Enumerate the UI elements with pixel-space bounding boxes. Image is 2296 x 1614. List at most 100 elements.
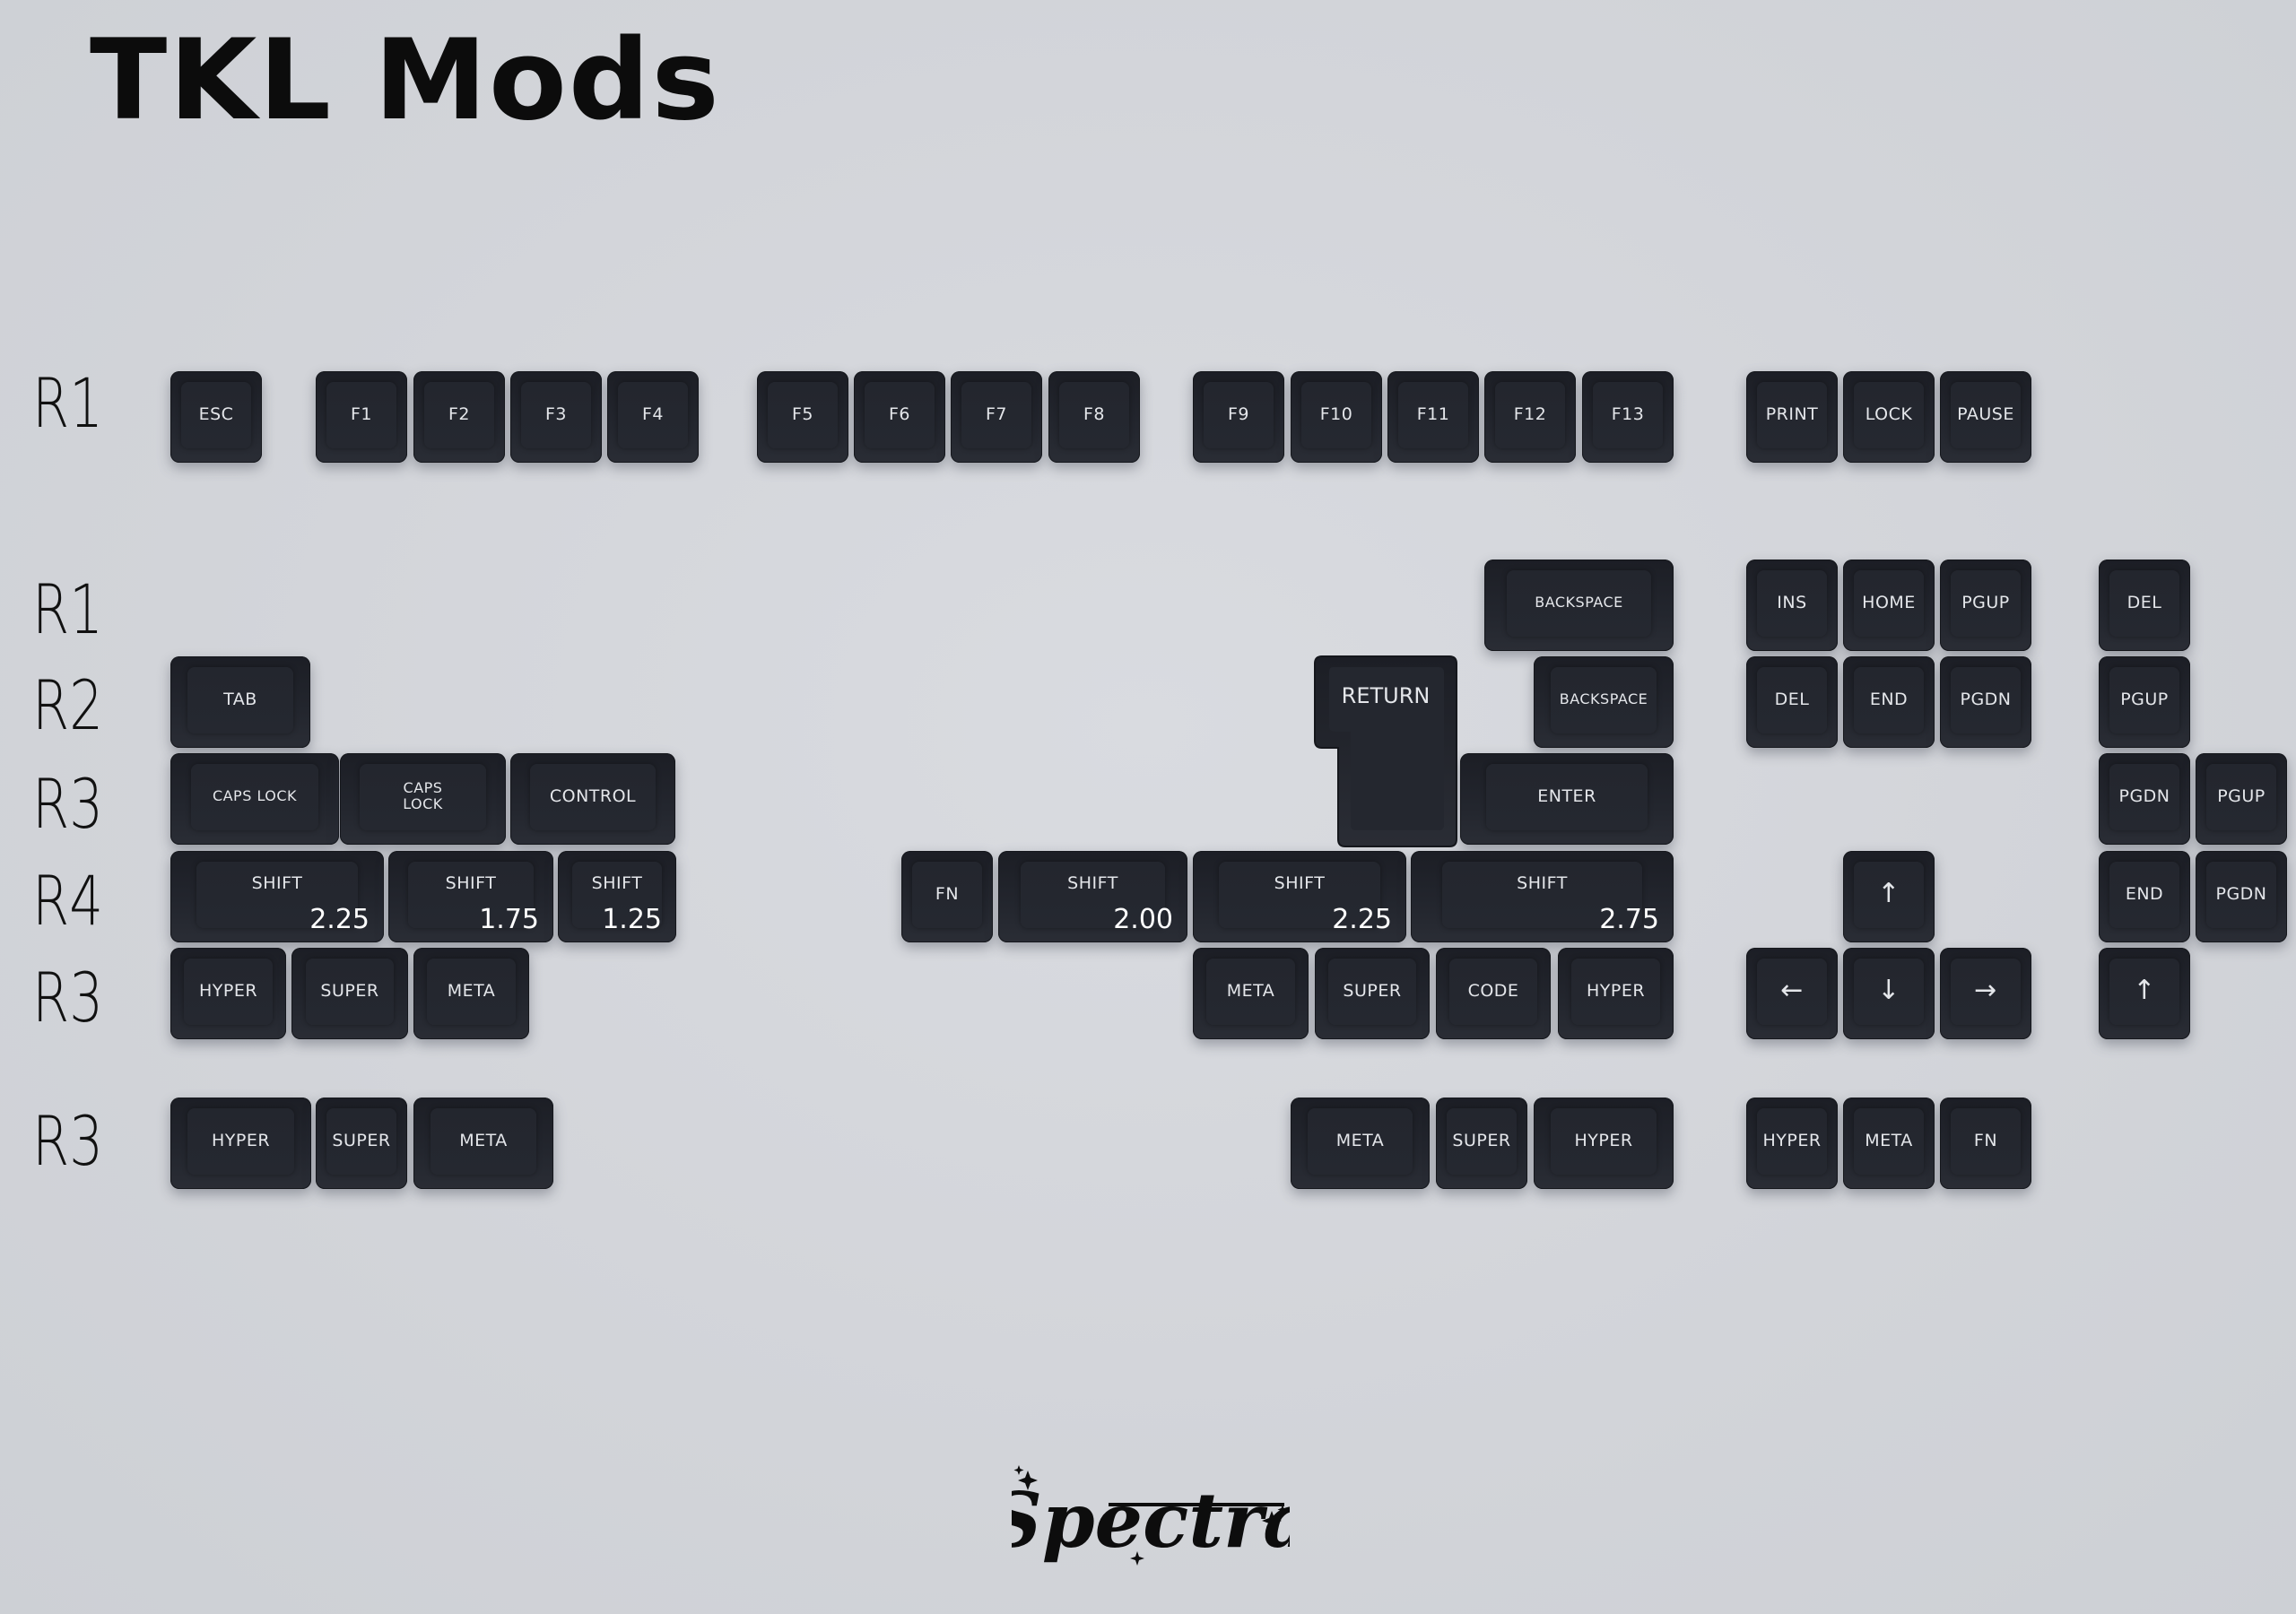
keycap-pgdn: PGDN [2099,753,2190,845]
keycap-super: SUPER [316,1098,407,1189]
keycap-legend: F9 [1227,404,1250,424]
keycap-backspace: BACKSPACE [1534,656,1674,748]
keycap-esc: ESC [170,371,262,463]
keycap-f6: F6 [854,371,945,463]
keycap-size-label: 2.25 [309,904,370,935]
keycap-ins: INS [1746,560,1838,651]
keycap-pgup: PGUP [2196,753,2287,845]
keycap-pgdn: PGDN [1940,656,2031,748]
keycap-legend: F11 [1416,404,1450,424]
arrow-down-icon: ↓ [1877,975,1900,1007]
keycap-f3: F3 [510,371,602,463]
row-label: R3 [32,958,103,1037]
keycap-legend: SUPER [1452,1130,1511,1150]
keycap-legend: META [1226,980,1275,1001]
spectra-logo: Spectra [987,1462,1312,1587]
keycap-shift: SHIFT 2.25 [170,851,384,942]
keycap-legend: META [1865,1130,1913,1150]
keycap-legend: CAPS LOCK [212,787,298,805]
keycap-legend: F1 [350,404,373,424]
keycap-size-label: 2.75 [1599,904,1659,935]
keycap-legend: HYPER [211,1130,271,1150]
keycap-legend: F12 [1513,404,1547,424]
keycap-f5: F5 [757,371,848,463]
keycap-legend: F10 [1319,404,1353,424]
keycap-legend: SUPER [332,1130,391,1150]
keycap-meta: META [413,948,529,1039]
keycap-legend: END [1869,689,1909,709]
keycap-legend: CAPS LOCK [403,779,443,812]
arrow-right-icon: → [1974,975,1997,1007]
keycap-legend: META [459,1130,508,1150]
keycap-legend: CODE [1467,980,1519,1001]
keycap-legend: FN [1973,1130,1998,1150]
keycap-hyper: HYPER [170,948,286,1039]
keycap-legend: CONTROL [549,785,637,806]
keycap-size-label: 1.25 [602,904,662,935]
keycap-legend: LOCK [1865,404,1913,424]
keycap-legend: META [1335,1130,1385,1150]
keycap-shift: SHIFT 2.25 [1193,851,1406,942]
keycap-meta: META [1291,1098,1430,1189]
keycap-meta: META [413,1098,553,1189]
keycap-caps-lock: CAPS LOCK [340,753,506,845]
keycap-legend: HYPER [1762,1130,1822,1150]
keycap-legend: DEL [2126,592,2162,612]
keycap-meta: META [1843,1098,1935,1189]
keycap-f7: F7 [951,371,1042,463]
keycap-end: END [1843,656,1935,748]
keycap-legend: HOME [1862,592,1916,612]
keycap-hyper: HYPER [1534,1098,1674,1189]
keycap-pause: PAUSE [1940,371,2031,463]
keycap-legend: BACKSPACE [1559,690,1648,708]
row-label: R4 [32,861,103,941]
arrow-left-icon: ← [1780,975,1804,1007]
keycap-legend: META [447,980,496,1001]
keycap-legend: F2 [448,404,471,424]
keycap-legend: HYPER [1574,1130,1633,1150]
keycap-fn: FN [1940,1098,2031,1189]
keycap-legend: HYPER [198,980,258,1001]
keycap-legend: F8 [1083,404,1106,424]
keycap-arrow-left: ← [1746,948,1838,1039]
keycap-legend: ESC [198,404,234,424]
keycap-legend: PAUSE [1957,404,2014,424]
brand-name: Spectra [1012,1476,1290,1565]
keycap-f13: F13 [1582,371,1674,463]
keycap-code: CODE [1436,948,1551,1039]
page-title: TKL Mods [90,16,721,145]
keycap-legend: PGDN [2215,883,2267,904]
keycap-caps-lock: CAPS LOCK [170,753,339,845]
keycap-legend: HYPER [1586,980,1646,1001]
keycap-backspace: BACKSPACE [1484,560,1674,651]
keycap-home: HOME [1843,560,1935,651]
keycap-legend: ENTER [1537,785,1596,806]
keycap-legend: F5 [791,404,814,424]
arrow-up-icon: ↑ [1877,878,1900,910]
keycap-meta: META [1193,948,1309,1039]
keycap-legend: PGDN [1960,689,2012,709]
keycap-arrow-up: ↑ [1843,851,1935,942]
keycap-size-label: 1.75 [479,904,539,935]
keycap-shift: SHIFT 1.25 [558,851,676,942]
keycap-lock: LOCK [1843,371,1935,463]
keycap-legend: TAB [223,689,257,709]
keycap-f11: F11 [1387,371,1479,463]
keycap-super: SUPER [1315,948,1430,1039]
keycap-f4: F4 [607,371,699,463]
keycap-legend: F3 [544,404,568,424]
row-label: R1 [32,363,103,443]
keycap-shift: SHIFT 1.75 [388,851,553,942]
keycap-legend: F6 [888,404,911,424]
keycap-shift: SHIFT 2.00 [998,851,1187,942]
keycap-enter: ENTER [1460,753,1674,845]
keycap-f1: F1 [316,371,407,463]
keycap-pgup: PGUP [1940,560,2031,651]
keycap-legend: INS [1777,592,1807,612]
keycap-control: CONTROL [510,753,675,845]
keycap-legend: PGUP [2120,689,2169,709]
keycap-legend: PRINT [1765,404,1819,424]
keycap-hyper: HYPER [1558,948,1674,1039]
keycap-legend: F13 [1611,404,1645,424]
row-label: R3 [32,764,103,844]
